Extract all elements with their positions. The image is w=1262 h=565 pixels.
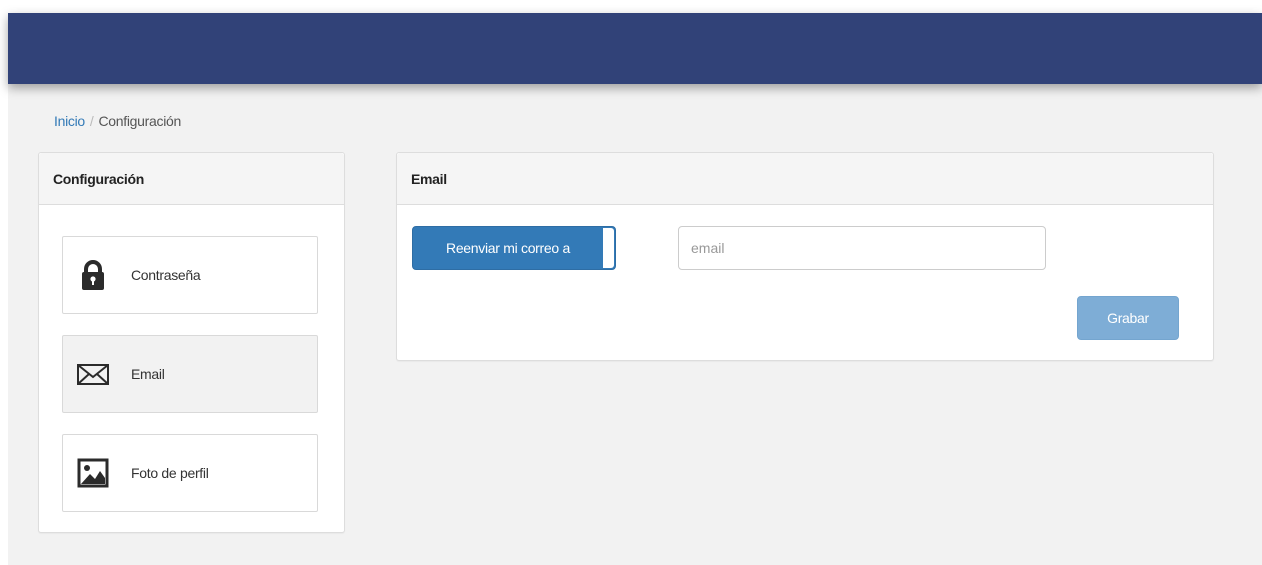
menu-item-password-label: Contraseña (131, 267, 201, 283)
breadcrumb: Inicio / Configuración (54, 113, 181, 129)
menu-item-profile-photo[interactable]: Foto de perfil (62, 434, 318, 512)
forward-email-toggle[interactable]: Reenviar mi correo a (412, 226, 616, 270)
toggle-knob[interactable] (603, 228, 614, 268)
image-icon (77, 458, 109, 488)
save-button[interactable]: Grabar (1077, 296, 1179, 340)
breadcrumb-separator: / (89, 113, 94, 129)
email-panel-title: Email (397, 153, 1213, 205)
top-navbar (8, 13, 1262, 84)
settings-menu-title: Configuración (39, 153, 344, 205)
email-settings-panel: Email Reenviar mi correo a Grabar (396, 152, 1214, 361)
menu-item-email-label: Email (131, 366, 165, 382)
forward-email-label: Reenviar mi correo a (446, 240, 570, 256)
page: Inicio / Configuración Configuración Contr… (8, 13, 1262, 565)
envelope-icon (77, 364, 109, 385)
lock-icon (82, 260, 104, 290)
settings-menu-panel: Configuración Contraseña Email Foto de p… (38, 152, 345, 533)
menu-item-password[interactable]: Contraseña (62, 236, 318, 314)
menu-item-profile-photo-label: Foto de perfil (131, 465, 209, 481)
breadcrumb-current: Configuración (98, 113, 181, 129)
breadcrumb-home-link[interactable]: Inicio (54, 113, 85, 129)
email-input[interactable] (678, 226, 1046, 270)
menu-item-email[interactable]: Email (62, 335, 318, 413)
